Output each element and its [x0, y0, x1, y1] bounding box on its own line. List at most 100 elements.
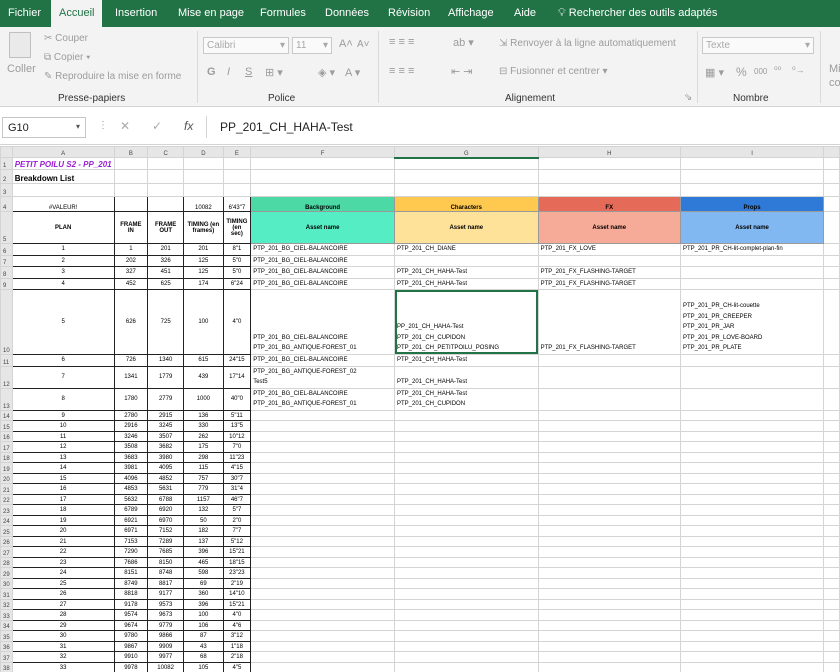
row-header[interactable]: 34 [0, 619, 13, 632]
cell-d[interactable]: 1157 [183, 493, 224, 506]
asset-cell-i[interactable] [679, 254, 825, 268]
cell[interactable] [222, 183, 252, 197]
cell[interactable] [537, 157, 681, 170]
cell-b[interactable]: 327 [113, 266, 149, 279]
asset-cell-g[interactable] [394, 493, 539, 506]
column-header-F[interactable]: F [250, 146, 395, 158]
asset-cell-i[interactable] [679, 525, 825, 537]
cell-d[interactable]: 779 [183, 483, 224, 495]
asset-cell-g[interactable] [394, 577, 539, 590]
cell[interactable] [823, 169, 840, 184]
cell-b[interactable]: 9574 [113, 609, 149, 621]
asset-cell-f[interactable] [250, 525, 395, 537]
asset-cell-g[interactable] [394, 483, 539, 495]
cell-c[interactable]: 10082 [147, 661, 185, 672]
cell[interactable] [679, 157, 825, 170]
cell-b[interactable]: 2916 [113, 420, 149, 432]
row-header[interactable]: 25 [0, 525, 13, 537]
asset-cell-f[interactable]: PTP_201_BG_CIEL-BALANCOIRE [250, 277, 395, 291]
cell[interactable] [147, 183, 185, 197]
copy-button[interactable]: ⧉ Copier ▾ [44, 52, 90, 63]
cell-b[interactable]: 6789 [113, 504, 149, 516]
cell-b[interactable]: 8151 [113, 567, 149, 579]
asset-cell-i[interactable] [679, 266, 825, 279]
asset-cell-g[interactable] [394, 504, 539, 516]
cell-c[interactable]: 1340 [147, 353, 185, 367]
cell[interactable] [823, 661, 840, 672]
cell-d[interactable]: 69 [183, 577, 224, 590]
cell-a[interactable]: 33 [11, 661, 115, 672]
cell[interactable] [183, 169, 224, 184]
cell-d[interactable]: 757 [183, 472, 224, 485]
font-name-select[interactable]: Calibri ▾ [203, 37, 289, 54]
cell[interactable] [823, 266, 840, 279]
font-color-icon[interactable]: A ▾ [345, 66, 360, 79]
asset-cell-i[interactable] [679, 619, 825, 632]
cell-a[interactable]: 8 [11, 387, 115, 411]
asset-cell-g[interactable] [394, 525, 539, 537]
cell[interactable] [222, 169, 252, 184]
column-header-E[interactable]: E [222, 146, 252, 158]
row-header[interactable]: 10 [0, 289, 13, 355]
cell[interactable] [147, 169, 185, 184]
row-header[interactable]: 1 [0, 157, 13, 170]
format-painter-button[interactable]: ✎ Reproduire la mise en forme [44, 71, 181, 82]
cell-e[interactable]: 11"23 [222, 451, 252, 464]
cell-a[interactable]: 15 [11, 472, 115, 485]
cell[interactable] [823, 556, 840, 569]
cell[interactable] [823, 535, 840, 548]
row-header[interactable]: 26 [0, 535, 13, 548]
cell-b[interactable]: 9867 [113, 640, 149, 653]
cell-e[interactable]: 24"15 [222, 353, 252, 367]
asset-cell-f[interactable]: PTP_201_BG_CIEL-BALANCOIRE [250, 266, 395, 279]
name-box[interactable]: G10 ▾ [2, 117, 86, 138]
cell[interactable] [823, 598, 840, 611]
cell-a[interactable]: 28 [11, 609, 115, 621]
cell-e[interactable]: 18"15 [222, 556, 252, 569]
cell-d[interactable]: 132 [183, 504, 224, 516]
asset-cell-h[interactable]: PTP_201_FX_FLASHING-TARGET [537, 266, 681, 279]
asset-cell-h[interactable] [537, 546, 681, 558]
asset-cell-i[interactable] [679, 504, 825, 516]
wrap-text-button[interactable]: ⇲ Renvoyer à la ligne automatiquement [499, 38, 676, 49]
asset-cell-g[interactable]: PTP_201_CH_HAHA-Test [394, 365, 539, 389]
column-header-extra[interactable] [823, 146, 840, 158]
cell-e[interactable]: 15"21 [222, 546, 252, 558]
fill-color-icon[interactable]: ◈ ▾ [318, 66, 335, 79]
cell[interactable] [823, 365, 840, 389]
cell-d[interactable]: 106 [183, 619, 224, 632]
cell-b[interactable]: 7290 [113, 546, 149, 558]
cell[interactable] [823, 483, 840, 495]
asset-cell-h[interactable] [537, 430, 681, 443]
cell-e[interactable]: 7"0 [222, 441, 252, 453]
asset-cell-g[interactable] [394, 598, 539, 611]
asset-cell-f[interactable] [250, 514, 395, 527]
asset-cell-i[interactable] [679, 588, 825, 600]
asset-cell-f[interactable] [250, 535, 395, 548]
menu-insertion[interactable]: Insertion [115, 0, 157, 27]
merge-center-button[interactable]: ⊟ Fusionner et centrer ▾ [499, 66, 607, 77]
menu-données[interactable]: Données [325, 0, 369, 27]
cell-d[interactable]: 175 [183, 441, 224, 453]
cell-d[interactable]: 50 [183, 514, 224, 527]
cell-b[interactable]: 726 [113, 353, 149, 367]
cell-d[interactable]: 105 [183, 661, 224, 672]
cell[interactable] [823, 254, 840, 268]
row-header[interactable]: 6 [0, 243, 13, 256]
percent-button[interactable]: % [736, 65, 747, 79]
cell[interactable] [183, 157, 224, 170]
cell-b[interactable]: 6921 [113, 514, 149, 527]
cell-d[interactable]: 125 [183, 266, 224, 279]
row-header[interactable]: 4 [0, 196, 13, 212]
cell[interactable] [823, 277, 840, 291]
currency-icon[interactable]: ▦ ▾ [705, 66, 724, 79]
cell-b[interactable]: 202 [113, 254, 149, 268]
asset-cell-g[interactable] [394, 651, 539, 663]
asset-cell-f[interactable] [250, 588, 395, 600]
asset-cell-f[interactable] [250, 640, 395, 653]
decrease-font-icon[interactable]: A˅ [357, 39, 370, 50]
asset-cell-g[interactable] [394, 630, 539, 642]
cell-c[interactable]: 6970 [147, 514, 185, 527]
asset-name-header-f[interactable]: Asset name [250, 211, 395, 244]
cell-b[interactable]: 5632 [113, 493, 149, 506]
